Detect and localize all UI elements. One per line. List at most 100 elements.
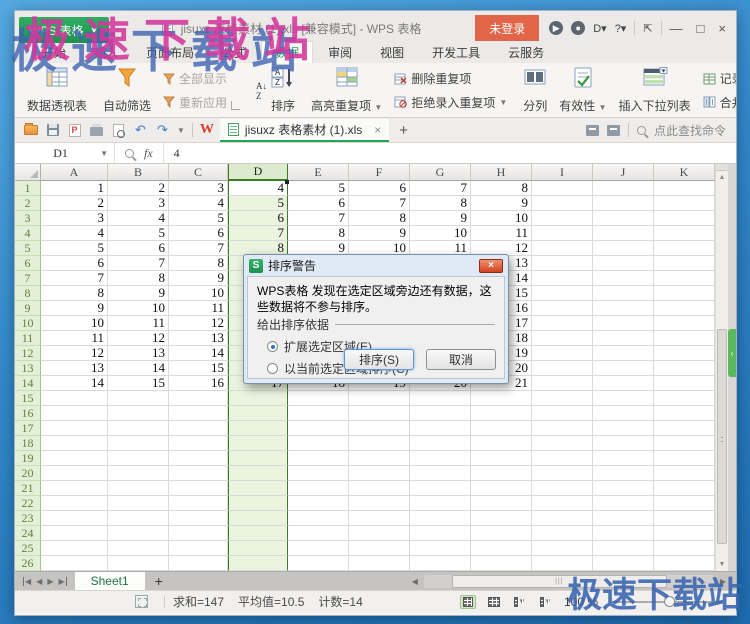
cell-F25[interactable] xyxy=(349,541,410,556)
cell-G26[interactable] xyxy=(410,556,471,571)
fill-handle[interactable] xyxy=(285,180,289,184)
export-pdf-button[interactable]: P xyxy=(67,123,82,138)
cell-J4[interactable] xyxy=(593,226,654,241)
cell-A16[interactable] xyxy=(41,406,108,421)
cell-F15[interactable] xyxy=(349,391,410,406)
pivot-table-button[interactable]: 数据透视表 xyxy=(21,66,93,115)
row-header-6[interactable]: 6 xyxy=(15,256,41,271)
cell-D17[interactable] xyxy=(228,421,288,436)
cell-G25[interactable] xyxy=(410,541,471,556)
cell-C26[interactable] xyxy=(169,556,228,571)
column-header-A[interactable]: A xyxy=(41,164,108,181)
cell-G21[interactable] xyxy=(410,481,471,496)
cell-K12[interactable] xyxy=(654,346,715,361)
cell-J17[interactable] xyxy=(593,421,654,436)
validation-button[interactable]: 有效性 ▼ xyxy=(553,66,612,115)
row-header-7[interactable]: 7 xyxy=(15,271,41,286)
cell-H18[interactable] xyxy=(471,436,532,451)
cell-C12[interactable]: 14 xyxy=(169,346,228,361)
cell-C19[interactable] xyxy=(169,451,228,466)
dialog-close-button[interactable]: × xyxy=(479,259,503,273)
cell-A24[interactable] xyxy=(41,526,108,541)
cell-D4[interactable]: 7 xyxy=(228,226,288,241)
feedback-icon[interactable]: ▶ xyxy=(549,21,563,35)
cell-I22[interactable] xyxy=(532,496,593,511)
cell-I5[interactable] xyxy=(532,241,593,256)
cell-F2[interactable]: 7 xyxy=(349,196,410,211)
cell-J21[interactable] xyxy=(593,481,654,496)
vertical-scrollbar[interactable]: ▲ ▼ xyxy=(715,164,728,571)
redo-button[interactable]: ↷ xyxy=(155,123,170,138)
cell-K18[interactable] xyxy=(654,436,715,451)
cell-J12[interactable] xyxy=(593,346,654,361)
cell-D26[interactable] xyxy=(228,556,288,571)
row-header-12[interactable]: 12 xyxy=(15,346,41,361)
name-box[interactable]: D1 ▼ xyxy=(15,143,115,163)
cell-B9[interactable]: 10 xyxy=(108,301,169,316)
cell-K25[interactable] xyxy=(654,541,715,556)
cell-I19[interactable] xyxy=(532,451,593,466)
cell-D25[interactable] xyxy=(228,541,288,556)
radio-unchecked-icon[interactable] xyxy=(267,363,278,374)
cell-D21[interactable] xyxy=(228,481,288,496)
cell-K11[interactable] xyxy=(654,331,715,346)
print-button[interactable] xyxy=(89,123,104,138)
cell-F18[interactable] xyxy=(349,436,410,451)
cell-C8[interactable]: 10 xyxy=(169,286,228,301)
cell-D2[interactable]: 5 xyxy=(228,196,288,211)
row-header-3[interactable]: 3 xyxy=(15,211,41,226)
dialog-titlebar[interactable]: S 排序警告 × xyxy=(247,255,505,276)
column-header-D[interactable]: D xyxy=(228,164,288,181)
highlight-duplicates-button[interactable]: 高亮重复项 ▼ xyxy=(305,66,388,115)
menu-tab-1[interactable]: 插入 xyxy=(81,42,131,63)
cell-G1[interactable]: 7 xyxy=(410,181,471,196)
cell-J9[interactable] xyxy=(593,301,654,316)
column-header-G[interactable]: G xyxy=(410,164,471,181)
row-header-4[interactable]: 4 xyxy=(15,226,41,241)
cell-C5[interactable]: 7 xyxy=(169,241,228,256)
row-header-23[interactable]: 23 xyxy=(15,511,41,526)
cell-G24[interactable] xyxy=(410,526,471,541)
maximize-button[interactable]: □ xyxy=(697,21,705,36)
cell-K6[interactable] xyxy=(654,256,715,271)
cell-I14[interactable] xyxy=(532,376,593,391)
cell-J16[interactable] xyxy=(593,406,654,421)
radio-checked-icon[interactable] xyxy=(267,341,278,352)
cell-F26[interactable] xyxy=(349,556,410,571)
cell-A1[interactable]: 1 xyxy=(41,181,108,196)
message-icon[interactable] xyxy=(586,125,599,136)
cell-C1[interactable]: 3 xyxy=(169,181,228,196)
cell-D20[interactable] xyxy=(228,466,288,481)
cell-J6[interactable] xyxy=(593,256,654,271)
cell-K1[interactable] xyxy=(654,181,715,196)
column-header-E[interactable]: E xyxy=(288,164,349,181)
menu-tab-4[interactable]: 数据 xyxy=(261,41,313,63)
cell-I6[interactable] xyxy=(532,256,593,271)
cell-D3[interactable]: 6 xyxy=(228,211,288,226)
cell-C13[interactable]: 15 xyxy=(169,361,228,376)
cell-B4[interactable]: 5 xyxy=(108,226,169,241)
cell-A22[interactable] xyxy=(41,496,108,511)
cell-K8[interactable] xyxy=(654,286,715,301)
cell-B13[interactable]: 14 xyxy=(108,361,169,376)
cell-K20[interactable] xyxy=(654,466,715,481)
cell-K16[interactable] xyxy=(654,406,715,421)
cell-H16[interactable] xyxy=(471,406,532,421)
menu-tab-3[interactable]: 公式 xyxy=(209,42,259,63)
menu-tab-0[interactable]: 开始 xyxy=(29,42,79,63)
cell-J24[interactable] xyxy=(593,526,654,541)
normal-view-button[interactable] xyxy=(460,595,476,609)
cell-E19[interactable] xyxy=(288,451,349,466)
cell-A7[interactable]: 7 xyxy=(41,271,108,286)
show-all-button[interactable]: 全部显示 xyxy=(163,70,240,87)
cell-A3[interactable]: 3 xyxy=(41,211,108,226)
consolidate-button[interactable]: 合并计算 xyxy=(703,94,736,111)
column-header-F[interactable]: F xyxy=(349,164,410,181)
cell-G4[interactable]: 10 xyxy=(410,226,471,241)
cell-G22[interactable] xyxy=(410,496,471,511)
row-header-2[interactable]: 2 xyxy=(15,196,41,211)
document-tab[interactable]: jisuxz 表格素材 (1).xls × xyxy=(220,119,389,142)
cell-H3[interactable]: 10 xyxy=(471,211,532,226)
cell-I9[interactable] xyxy=(532,301,593,316)
cell-E18[interactable] xyxy=(288,436,349,451)
